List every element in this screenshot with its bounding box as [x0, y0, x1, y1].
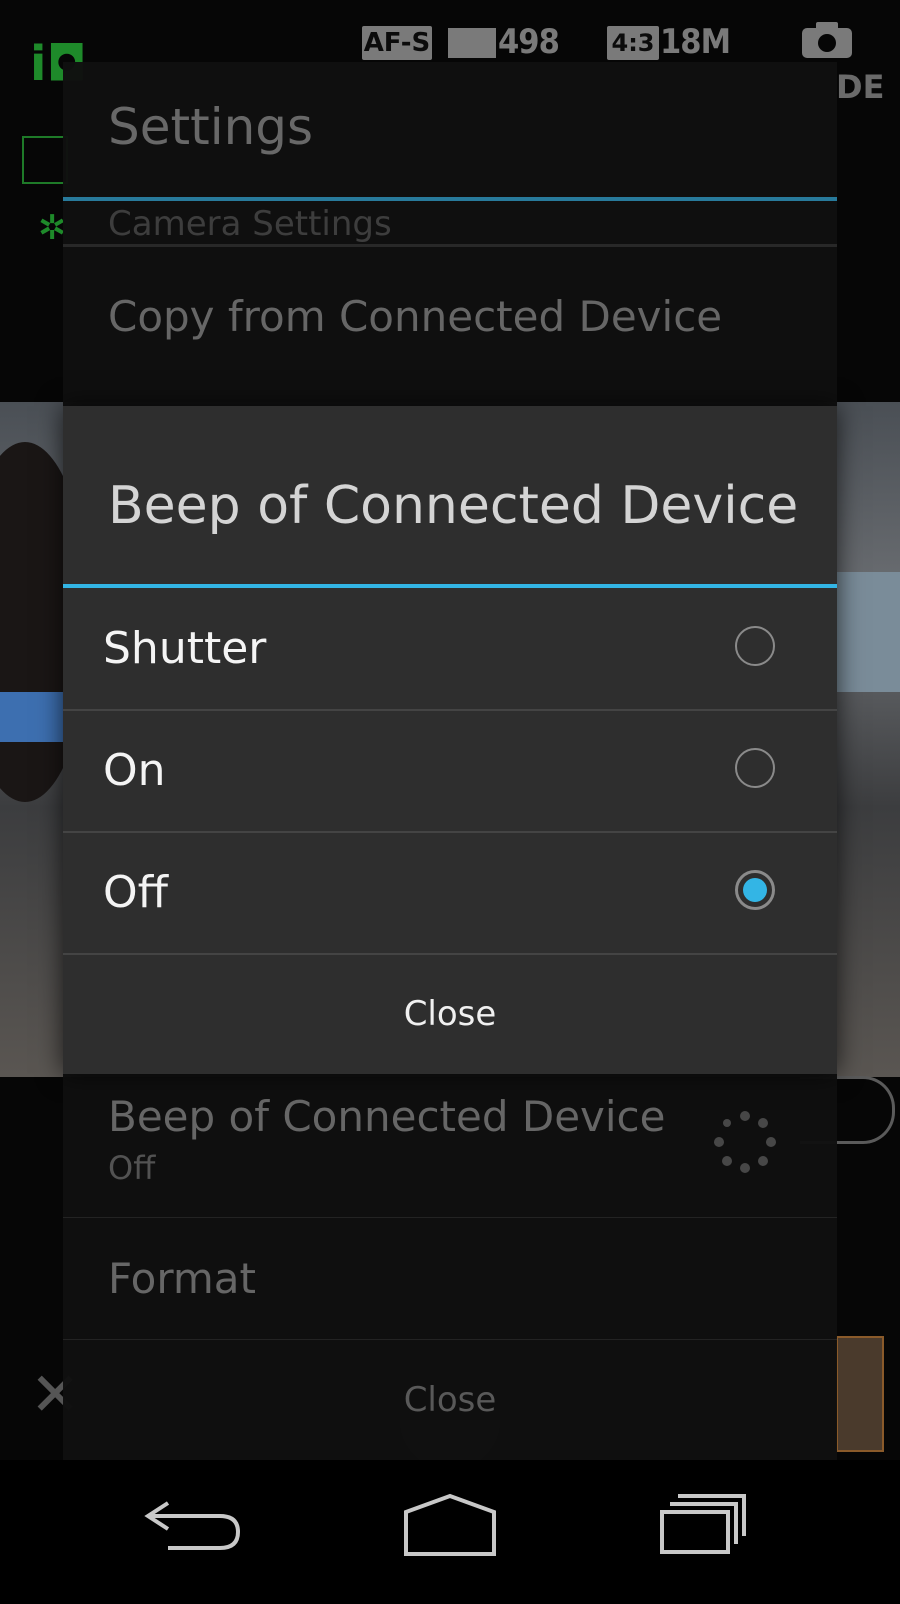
settings-item-copy: Copy from Connected Device [108, 292, 723, 341]
row-divider [63, 1217, 837, 1218]
recent-apps-icon [660, 1494, 746, 1554]
last-photo-thumbnail [836, 1336, 884, 1452]
recent-apps-button[interactable] [550, 1460, 850, 1600]
settings-item-format: Format [108, 1254, 257, 1303]
radio-button-selected[interactable] [735, 870, 775, 910]
shots-remaining: 498 [498, 22, 560, 62]
camera-icon [802, 22, 852, 58]
settings-item-beep: Beep of Connected Device [108, 1092, 666, 1141]
option-label: Shutter [103, 623, 267, 674]
settings-title-divider [63, 197, 837, 201]
image-size: 18M [660, 22, 731, 62]
radio-button-unselected[interactable] [735, 748, 775, 788]
mode-label: DE [836, 68, 885, 106]
radio-button-unselected[interactable] [735, 626, 775, 666]
option-label: On [103, 745, 166, 796]
loading-spinner-icon [714, 1111, 776, 1173]
option-label: Off [103, 867, 168, 918]
beep-dialog: Beep of Connected Device Shutter On Off … [63, 406, 837, 1074]
settings-title: Settings [108, 98, 314, 156]
scene-mode-icon [22, 136, 68, 184]
navigation-bar [0, 1460, 900, 1600]
dialog-title: Beep of Connected Device [108, 476, 799, 536]
option-shutter[interactable]: Shutter [63, 588, 837, 711]
af-mode-badge: AF-S [362, 26, 432, 60]
section-header-camera-settings: Camera Settings [108, 204, 392, 244]
settings-close-button: Close [403, 1380, 497, 1420]
section-divider [63, 244, 837, 247]
option-on[interactable]: On [63, 710, 837, 833]
settings-item-beep-value: Off [108, 1149, 156, 1187]
memory-card-icon [448, 28, 496, 58]
option-off[interactable]: Off [63, 832, 837, 955]
aspect-ratio-badge: 4:3 [607, 26, 659, 60]
radio-selected-dot [743, 878, 767, 902]
close-button[interactable]: Close [63, 954, 837, 1074]
